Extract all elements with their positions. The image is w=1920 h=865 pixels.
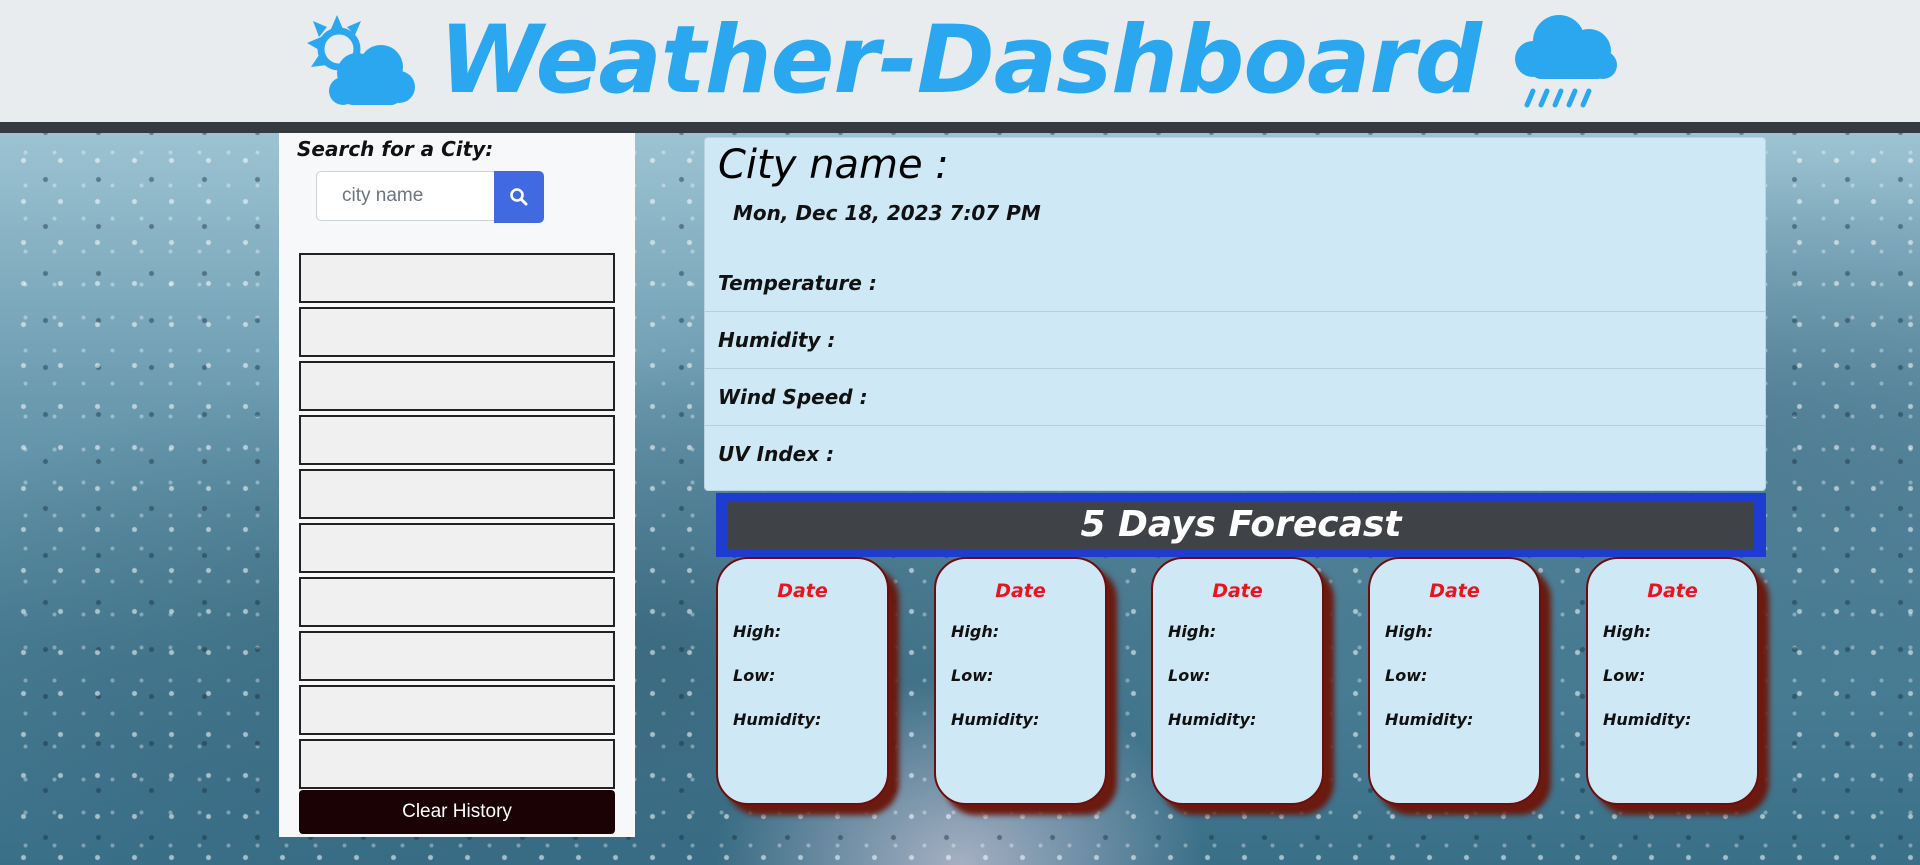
history-item[interactable] [299,415,615,465]
forecast-card: Date High: Low: Humidity: [1151,557,1324,805]
search-button[interactable] [494,171,544,223]
forecast-card-low: Low: [1603,666,1646,685]
forecast-title: 5 Days Forecast [728,501,1754,549]
forecast-card-high: High: [1603,622,1652,641]
history-item[interactable] [299,307,615,357]
forecast-card: Date High: Low: Humidity: [1586,557,1759,805]
history-item[interactable] [299,361,615,411]
forecast-card-date: Date [995,580,1046,602]
search-input[interactable] [316,171,494,221]
search-label: Search for a City: [297,137,494,161]
forecast-card-high: High: [1385,622,1434,641]
forecast-card-humidity: Humidity: [1385,710,1474,729]
forecast-card-date: Date [1429,580,1480,602]
history-item[interactable] [299,523,615,573]
forecast-card-low: Low: [1168,666,1211,685]
wind-speed-label: Wind Speed : [705,369,1765,426]
temperature-label: Temperature : [705,255,1765,312]
forecast-card-low: Low: [951,666,994,685]
forecast-card-date: Date [777,580,828,602]
history-item[interactable] [299,469,615,519]
app-title: Weather-Dashboard [438,6,1482,115]
clear-history-button[interactable]: Clear History [299,790,615,834]
search-icon [510,188,528,206]
forecast-card-low: Low: [733,666,776,685]
history-item[interactable] [299,577,615,627]
current-date-time: Mon, Dec 18, 2023 7:07 PM [733,201,1041,225]
forecast-card: Date High: Low: Humidity: [716,557,889,805]
forecast-card: Date High: Low: Humidity: [1368,557,1541,805]
forecast-cards: Date High: Low: Humidity: Date High: Low… [716,557,1766,807]
city-name-heading: City name : [718,142,949,188]
forecast-card-date: Date [1647,580,1698,602]
forecast-card-humidity: Humidity: [951,710,1040,729]
forecast-card-date: Date [1212,580,1263,602]
uv-index-label: UV Index : [718,442,835,466]
history-item[interactable] [299,631,615,681]
title-wrap: Weather-Dashboard [0,0,1920,122]
forecast-card-low: Low: [1385,666,1428,685]
forecast-card-humidity: Humidity: [1168,710,1257,729]
history-item[interactable] [299,685,615,735]
forecast-card-high: High: [733,622,782,641]
forecast-card-humidity: Humidity: [1603,710,1692,729]
history-list [299,253,615,793]
history-item[interactable] [299,253,615,303]
forecast-card-humidity: Humidity: [733,710,822,729]
forecast-card-high: High: [1168,622,1217,641]
header-divider [0,122,1920,133]
sun-cloud-icon [306,15,415,105]
history-item[interactable] [299,739,615,789]
search-box [316,171,544,223]
forecast-card-high: High: [951,622,1000,641]
search-sidebar: Search for a City: Clear History [279,133,635,837]
forecast-card: Date High: Low: Humidity: [934,557,1107,805]
forecast-header: 5 Days Forecast [716,493,1766,557]
app-header: Weather-Dashboard [0,0,1920,122]
rain-cloud-icon [1515,15,1618,108]
humidity-label: Humidity : [705,312,1765,369]
current-weather-panel: City name : Mon, Dec 18, 2023 7:07 PM Te… [704,137,1766,491]
